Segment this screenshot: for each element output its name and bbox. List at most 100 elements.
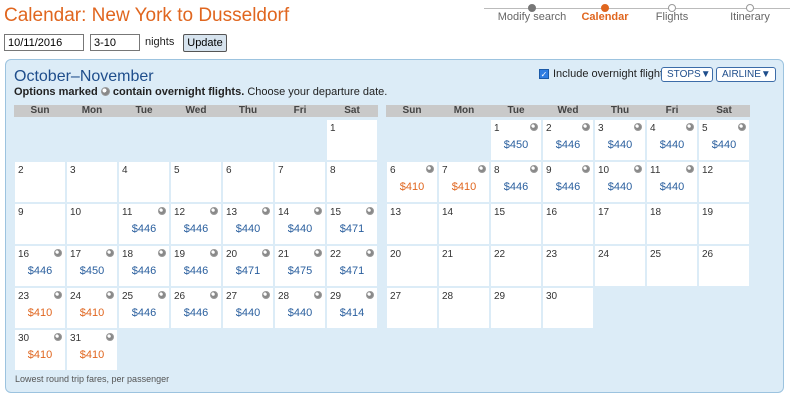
- departure-date-input[interactable]: [4, 34, 84, 51]
- weekday-label: Wed: [557, 105, 579, 116]
- day-number: 23: [18, 291, 30, 302]
- fare-price[interactable]: $446: [171, 307, 221, 319]
- fare-price[interactable]: $446: [15, 265, 65, 277]
- fare-price[interactable]: $475: [275, 265, 325, 277]
- day-cell[interactable]: 21 $475: [275, 246, 325, 286]
- day-cell[interactable]: 26 $446: [171, 288, 221, 328]
- day-cell[interactable]: 10 $440: [595, 162, 645, 202]
- day-cell[interactable]: 15 $471: [327, 204, 377, 244]
- day-cell[interactable]: 1 $450: [491, 120, 541, 160]
- fare-price[interactable]: $414: [327, 307, 377, 319]
- day-cell[interactable]: 9 $446: [543, 162, 593, 202]
- day-cell[interactable]: 12 $446: [171, 204, 221, 244]
- day-cell[interactable]: 24 $410: [67, 288, 117, 328]
- fare-price[interactable]: $471: [327, 223, 377, 235]
- day-cell[interactable]: 18 $446: [119, 246, 169, 286]
- fare-price[interactable]: $410: [439, 181, 489, 193]
- update-button[interactable]: Update: [183, 34, 227, 52]
- day-cell[interactable]: 4 $440: [647, 120, 697, 160]
- day-cell[interactable]: 22 $471: [327, 246, 377, 286]
- day-cell: 16: [543, 204, 593, 244]
- overnight-moon-icon: [54, 333, 62, 341]
- day-cell[interactable]: 3 $440: [595, 120, 645, 160]
- day-number: 22: [494, 249, 506, 260]
- step-flights: Flights: [632, 4, 712, 23]
- day-cell[interactable]: 7 $410: [439, 162, 489, 202]
- day-cell[interactable]: 17 $450: [67, 246, 117, 286]
- fare-price[interactable]: $440: [647, 181, 697, 193]
- fare-price[interactable]: $440: [223, 307, 273, 319]
- fare-price[interactable]: $446: [119, 265, 169, 277]
- fare-price[interactable]: $446: [543, 181, 593, 193]
- fare-price[interactable]: $440: [647, 139, 697, 151]
- day-cell[interactable]: 11 $440: [647, 162, 697, 202]
- fare-price[interactable]: $440: [275, 223, 325, 235]
- fare-price[interactable]: $450: [67, 265, 117, 277]
- day-cell[interactable]: 19 $446: [171, 246, 221, 286]
- day-number: 15: [494, 207, 506, 218]
- day-cell[interactable]: 11 $446: [119, 204, 169, 244]
- day-cell[interactable]: 25 $446: [119, 288, 169, 328]
- day-cell: 25: [647, 246, 697, 286]
- day-cell[interactable]: 2 $446: [543, 120, 593, 160]
- fare-price[interactable]: $440: [223, 223, 273, 235]
- checkbox-checked-icon[interactable]: ✓: [539, 69, 549, 79]
- day-cell[interactable]: 16 $446: [15, 246, 65, 286]
- calendar-october: Sun Mon Tue Wed Thu Fri Sat 1 2 3 4 5 6 7 8 9 10 1…: [14, 105, 378, 371]
- overnight-moon-icon: [738, 123, 746, 131]
- fare-price[interactable]: $471: [223, 265, 273, 277]
- fare-price[interactable]: $410: [67, 307, 117, 319]
- day-cell[interactable]: 13 $440: [223, 204, 273, 244]
- fare-price[interactable]: $446: [119, 223, 169, 235]
- november-grid: 1 $450 2 $446 3 $440 4 $440 5 $440 6 $410 7 $410 8 $446…: [386, 119, 750, 329]
- day-cell[interactable]: 28 $440: [275, 288, 325, 328]
- day-cell[interactable]: 6 $410: [387, 162, 437, 202]
- fare-price[interactable]: $446: [543, 139, 593, 151]
- day-cell[interactable]: 30 $410: [15, 330, 65, 370]
- fare-price[interactable]: $440: [275, 307, 325, 319]
- day-number: 27: [226, 291, 238, 302]
- day-cell[interactable]: 8 $446: [491, 162, 541, 202]
- day-number: 13: [226, 207, 238, 218]
- overnight-moon-icon: [686, 165, 694, 173]
- october-grid: 1 2 3 4 5 6 7 8 9 10 11 $446 12 $446 13 $440 14 $440 15 $47…: [14, 119, 378, 371]
- fare-price[interactable]: $446: [119, 307, 169, 319]
- fare-price[interactable]: $410: [67, 349, 117, 361]
- instructions-bold-1: Options marked: [14, 86, 98, 98]
- fare-price[interactable]: $471: [327, 265, 377, 277]
- step-dot-icon: [601, 4, 609, 12]
- day-number: 28: [278, 291, 290, 302]
- overnight-moon-icon: [106, 333, 114, 341]
- step-dot-icon: [668, 4, 676, 12]
- instructions-rest: Choose your departure date.: [244, 86, 388, 98]
- stops-dropdown[interactable]: STOPS ▼: [661, 67, 713, 82]
- fare-price[interactable]: $446: [171, 265, 221, 277]
- day-cell[interactable]: 27 $440: [223, 288, 273, 328]
- fare-price[interactable]: $410: [15, 307, 65, 319]
- fare-price[interactable]: $410: [387, 181, 437, 193]
- day-cell[interactable]: 23 $410: [15, 288, 65, 328]
- overnight-moon-icon: [634, 165, 642, 173]
- nights-input[interactable]: [90, 34, 140, 51]
- day-number: 5: [702, 123, 708, 134]
- fare-price[interactable]: $450: [491, 139, 541, 151]
- fare-price[interactable]: $440: [595, 139, 645, 151]
- overnight-moon-icon: [262, 207, 270, 215]
- day-cell[interactable]: 14 $440: [275, 204, 325, 244]
- overnight-toggle[interactable]: ✓ Include overnight flights: [539, 68, 669, 80]
- fare-price[interactable]: $440: [595, 181, 645, 193]
- step-modify-search[interactable]: Modify search: [492, 4, 572, 23]
- fare-price[interactable]: $440: [699, 139, 749, 151]
- airline-dropdown[interactable]: AIRLINE ▼: [716, 67, 776, 82]
- day-cell[interactable]: 20 $471: [223, 246, 273, 286]
- day-cell[interactable]: 5 $440: [699, 120, 749, 160]
- fare-price[interactable]: $410: [15, 349, 65, 361]
- fare-price[interactable]: $446: [491, 181, 541, 193]
- day-number: 16: [18, 249, 30, 260]
- empty-cell: [119, 120, 169, 160]
- day-cell[interactable]: 31 $410: [67, 330, 117, 370]
- fare-price[interactable]: $446: [171, 223, 221, 235]
- day-number: 16: [546, 207, 558, 218]
- day-cell[interactable]: 29 $414: [327, 288, 377, 328]
- overnight-moon-icon: [366, 291, 374, 299]
